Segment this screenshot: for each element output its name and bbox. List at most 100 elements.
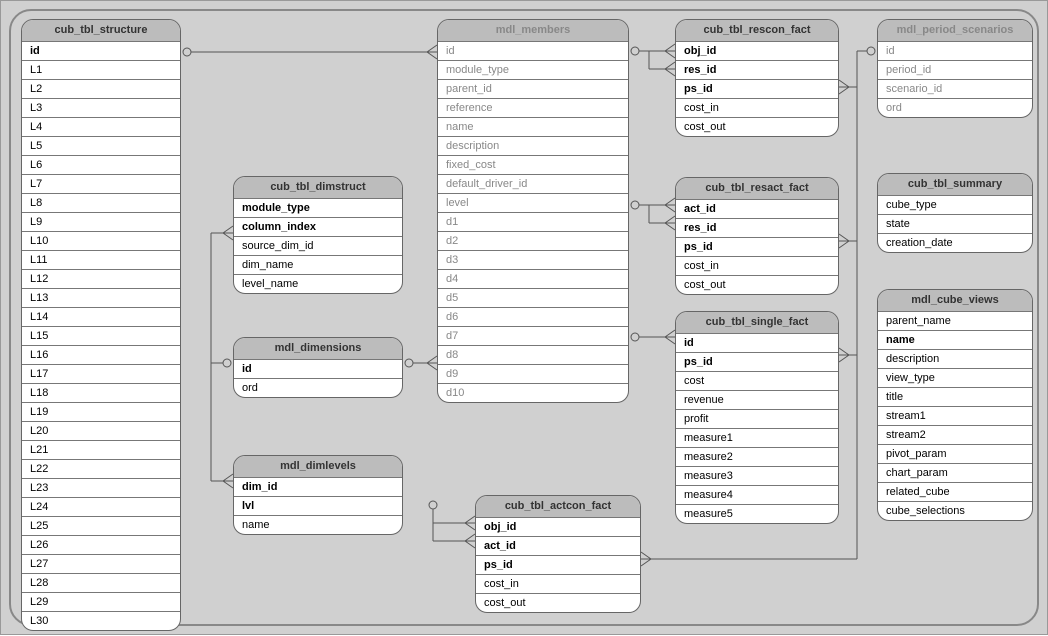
column-L26: L26	[22, 536, 180, 555]
column-L13: L13	[22, 289, 180, 308]
entity-mdl-members[interactable]: mdl_membersidmodule_typeparent_idreferen…	[437, 19, 629, 403]
column-L21: L21	[22, 441, 180, 460]
column-lvl: lvl	[234, 497, 402, 516]
entity-cub-tbl-resact-fact[interactable]: cub_tbl_resact_factact_idres_idps_idcost…	[675, 177, 839, 295]
column-d1: d1	[438, 213, 628, 232]
entity-header: cub_tbl_resact_fact	[676, 178, 838, 200]
column-d9: d9	[438, 365, 628, 384]
column-state: state	[878, 215, 1032, 234]
column-L29: L29	[22, 593, 180, 612]
column-id: id	[438, 42, 628, 61]
column-act-id: act_id	[476, 537, 640, 556]
column-cost-out: cost_out	[476, 594, 640, 612]
column-measure5: measure5	[676, 505, 838, 523]
entity-mdl-dimensions[interactable]: mdl_dimensionsidord	[233, 337, 403, 398]
entity-header: cub_tbl_dimstruct	[234, 177, 402, 199]
entity-header: mdl_period_scenarios	[878, 20, 1032, 42]
column-L7: L7	[22, 175, 180, 194]
column-L24: L24	[22, 498, 180, 517]
column-L15: L15	[22, 327, 180, 346]
column-d7: d7	[438, 327, 628, 346]
column-L27: L27	[22, 555, 180, 574]
column-period-id: period_id	[878, 61, 1032, 80]
column-ord: ord	[234, 379, 402, 397]
entity-mdl-cube-views[interactable]: mdl_cube_viewsparent_namenamedescription…	[877, 289, 1033, 521]
column-L2: L2	[22, 80, 180, 99]
column-cost: cost	[676, 372, 838, 391]
column-L3: L3	[22, 99, 180, 118]
column-id: id	[878, 42, 1032, 61]
column-cost-in: cost_in	[676, 257, 838, 276]
entity-header: cub_tbl_single_fact	[676, 312, 838, 334]
column-id: id	[22, 42, 180, 61]
entity-cub-tbl-dimstruct[interactable]: cub_tbl_dimstructmodule_typecolumn_index…	[233, 176, 403, 294]
column-ord: ord	[878, 99, 1032, 117]
column-name: name	[234, 516, 402, 534]
entity-header: mdl_members	[438, 20, 628, 42]
column-level: level	[438, 194, 628, 213]
column-L10: L10	[22, 232, 180, 251]
column-measure3: measure3	[676, 467, 838, 486]
column-cost-out: cost_out	[676, 276, 838, 294]
column-d4: d4	[438, 270, 628, 289]
column-revenue: revenue	[676, 391, 838, 410]
column-obj-id: obj_id	[476, 518, 640, 537]
column-L16: L16	[22, 346, 180, 365]
column-stream1: stream1	[878, 407, 1032, 426]
column-res-id: res_id	[676, 61, 838, 80]
column-L5: L5	[22, 137, 180, 156]
column-d6: d6	[438, 308, 628, 327]
entity-mdl-period-scenarios[interactable]: mdl_period_scenariosidperiod_idscenario_…	[877, 19, 1033, 118]
column-source-dim-id: source_dim_id	[234, 237, 402, 256]
entity-cub-tbl-single-fact[interactable]: cub_tbl_single_factidps_idcostrevenuepro…	[675, 311, 839, 524]
entity-header: mdl_dimlevels	[234, 456, 402, 478]
column-dim-name: dim_name	[234, 256, 402, 275]
column-cost-in: cost_in	[676, 99, 838, 118]
column-L8: L8	[22, 194, 180, 213]
column-parent-name: parent_name	[878, 312, 1032, 331]
column-L19: L19	[22, 403, 180, 422]
entity-header: cub_tbl_summary	[878, 174, 1032, 196]
entity-header: cub_tbl_actcon_fact	[476, 496, 640, 518]
entity-header: cub_tbl_rescon_fact	[676, 20, 838, 42]
column-default-driver-id: default_driver_id	[438, 175, 628, 194]
column-cube-type: cube_type	[878, 196, 1032, 215]
column-cost-out: cost_out	[676, 118, 838, 136]
column-ps-id: ps_id	[676, 353, 838, 372]
column-L28: L28	[22, 574, 180, 593]
column-measure1: measure1	[676, 429, 838, 448]
column-L30: L30	[22, 612, 180, 630]
column-parent-id: parent_id	[438, 80, 628, 99]
column-d2: d2	[438, 232, 628, 251]
entity-cub-tbl-structure[interactable]: cub_tbl_structureidL1L2L3L4L5L6L7L8L9L10…	[21, 19, 181, 631]
column-module-type: module_type	[438, 61, 628, 80]
entity-mdl-dimlevels[interactable]: mdl_dimlevelsdim_idlvlname	[233, 455, 403, 535]
column-ps-id: ps_id	[476, 556, 640, 575]
column-fixed-cost: fixed_cost	[438, 156, 628, 175]
entity-cub-tbl-summary[interactable]: cub_tbl_summarycube_typestatecreation_da…	[877, 173, 1033, 253]
column-L1: L1	[22, 61, 180, 80]
column-d3: d3	[438, 251, 628, 270]
entity-cub-tbl-rescon-fact[interactable]: cub_tbl_rescon_factobj_idres_idps_idcost…	[675, 19, 839, 137]
column-ps-id: ps_id	[676, 80, 838, 99]
entity-header: mdl_dimensions	[234, 338, 402, 360]
entity-cub-tbl-actcon-fact[interactable]: cub_tbl_actcon_factobj_idact_idps_idcost…	[475, 495, 641, 613]
column-measure4: measure4	[676, 486, 838, 505]
column-cost-in: cost_in	[476, 575, 640, 594]
column-description: description	[878, 350, 1032, 369]
column-L25: L25	[22, 517, 180, 536]
column-res-id: res_id	[676, 219, 838, 238]
column-title: title	[878, 388, 1032, 407]
column-cube-selections: cube_selections	[878, 502, 1032, 520]
column-L14: L14	[22, 308, 180, 327]
entity-header: mdl_cube_views	[878, 290, 1032, 312]
column-L4: L4	[22, 118, 180, 137]
column-related-cube: related_cube	[878, 483, 1032, 502]
column-L20: L20	[22, 422, 180, 441]
column-L6: L6	[22, 156, 180, 175]
column-pivot-param: pivot_param	[878, 445, 1032, 464]
column-id: id	[676, 334, 838, 353]
column-act-id: act_id	[676, 200, 838, 219]
column-stream2: stream2	[878, 426, 1032, 445]
column-scenario-id: scenario_id	[878, 80, 1032, 99]
